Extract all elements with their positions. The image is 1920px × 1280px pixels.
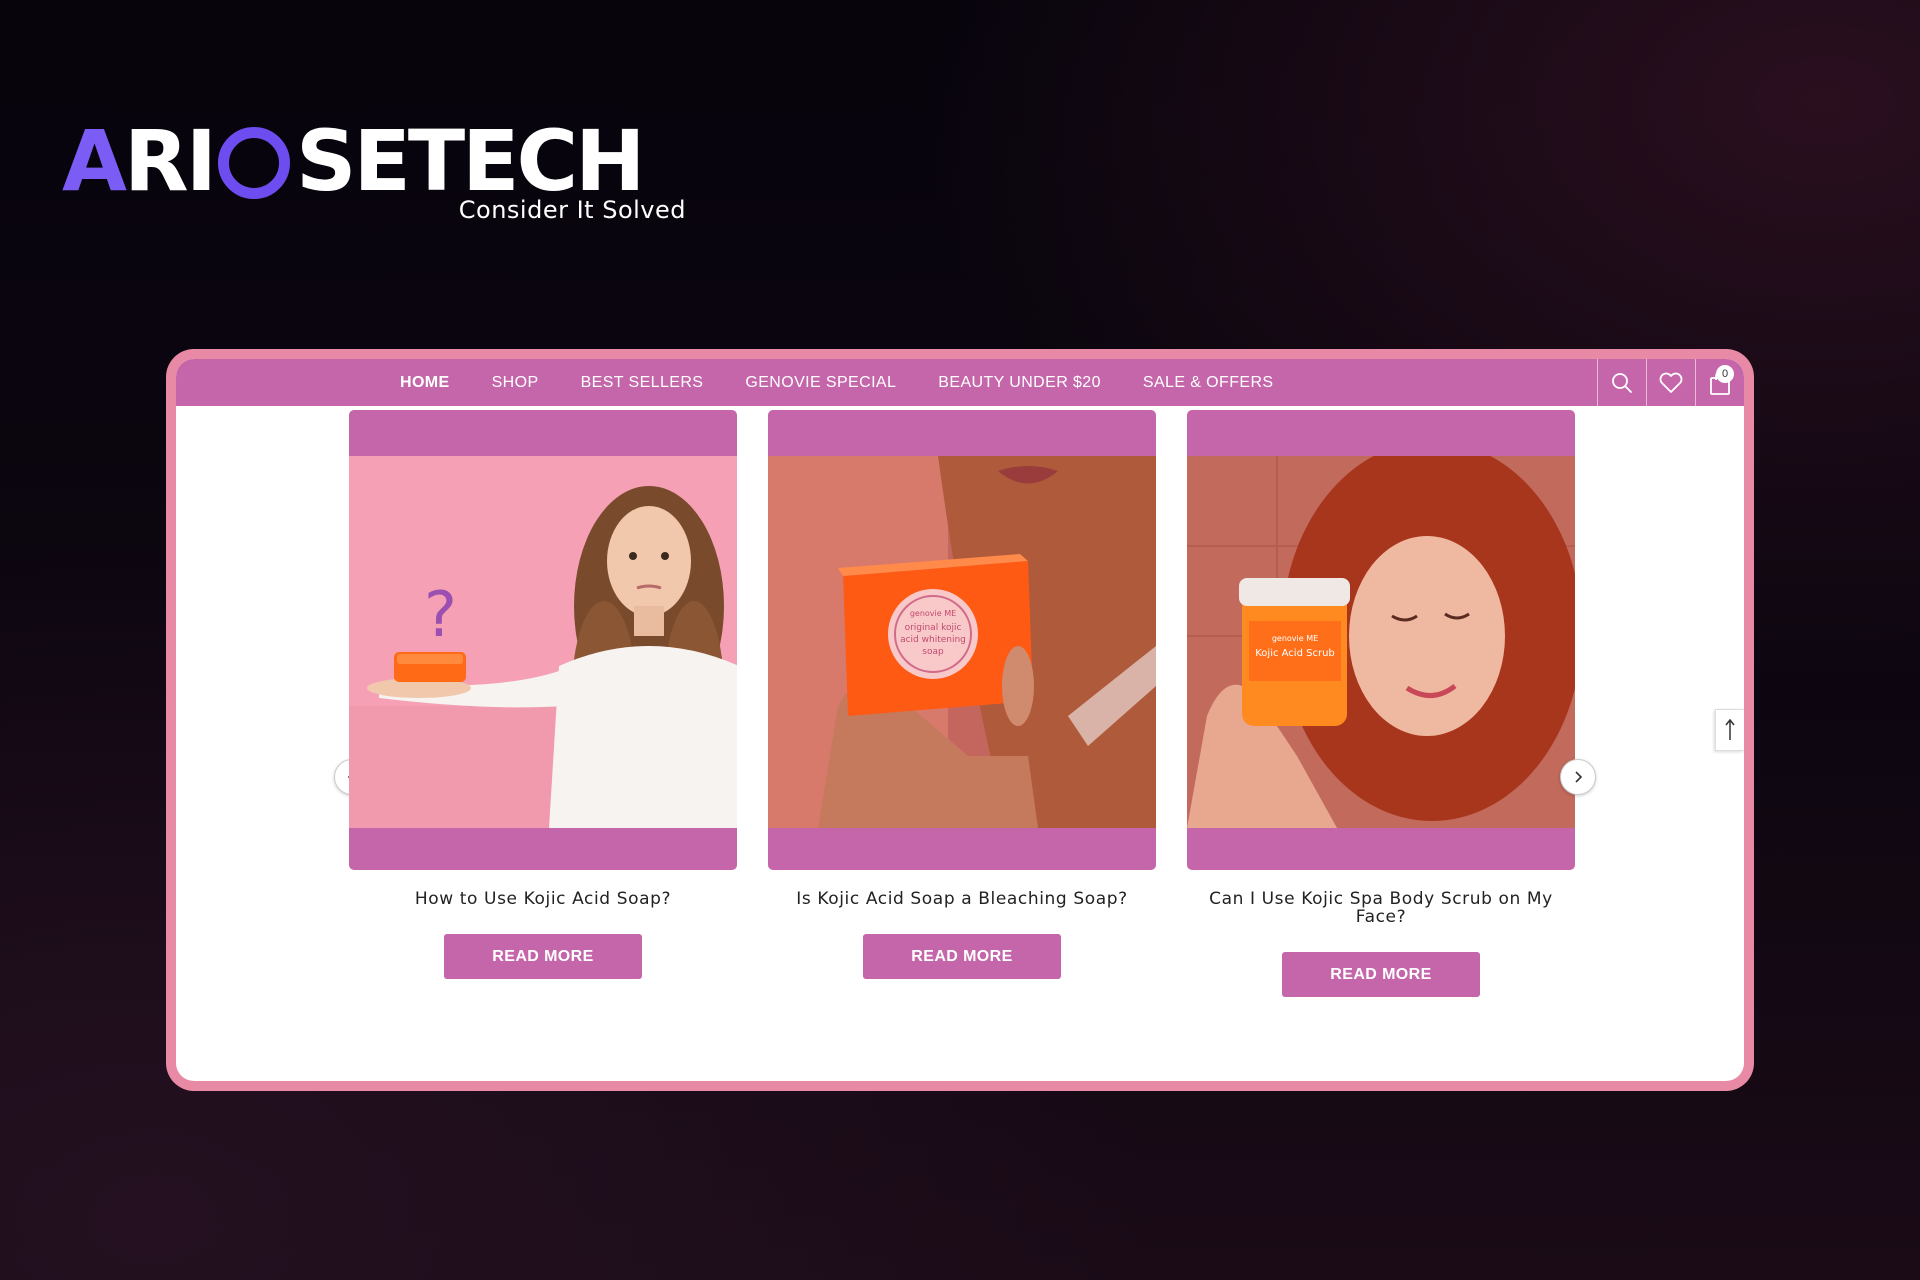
soap-label-line: acid whitening xyxy=(900,635,966,645)
nav-item-genovie-special[interactable]: GENOVIE SPECIAL xyxy=(745,374,896,392)
brand-tagline: Consider It Solved xyxy=(458,196,686,224)
brand-logo: A RI SETECH Consider It Solved xyxy=(62,112,685,238)
read-more-button[interactable]: READ MORE xyxy=(444,934,642,979)
nav-item-sale-offers[interactable]: SALE & OFFERS xyxy=(1143,374,1274,392)
read-more-button[interactable]: READ MORE xyxy=(863,934,1061,979)
svg-text:?: ? xyxy=(424,578,457,651)
scroll-to-top-button[interactable] xyxy=(1715,709,1744,751)
nav-item-best-sellers[interactable]: BEST SELLERS xyxy=(581,374,704,392)
website-frame: HOME SHOP BEST SELLERS GENOVIE SPECIAL B… xyxy=(166,349,1754,1091)
carousel-next-button[interactable] xyxy=(1560,759,1596,795)
nav-item-beauty-under-20[interactable]: BEAUTY UNDER $20 xyxy=(938,374,1101,392)
scrub-label-line: genovie ME xyxy=(1272,634,1318,643)
chevron-right-icon xyxy=(1575,771,1583,783)
blog-card: genovie ME Kojic Acid Scrub Can I Use Ko… xyxy=(1187,410,1575,997)
main-navbar: HOME SHOP BEST SELLERS GENOVIE SPECIAL B… xyxy=(176,359,1744,406)
blog-card-title[interactable]: How to Use Kojic Acid Soap? xyxy=(349,890,737,908)
nav-item-home[interactable]: HOME xyxy=(400,374,450,392)
brand-letters-setech: SETECH xyxy=(295,112,646,210)
blog-card: ? How to Use Kojic Acid Soap? READ MORE xyxy=(349,410,737,979)
blog-card-title[interactable]: Is Kojic Acid Soap a Bleaching Soap? xyxy=(768,890,1156,908)
nav-item-shop[interactable]: SHOP xyxy=(492,374,539,392)
wishlist-button[interactable] xyxy=(1646,359,1695,406)
read-more-button[interactable]: READ MORE xyxy=(1282,952,1480,997)
blog-image-hand-holding-soap: genovie ME original kojic acid whitening… xyxy=(768,456,1156,828)
search-icon xyxy=(1612,372,1632,393)
blog-card: genovie ME original kojic acid whitening… xyxy=(768,410,1156,979)
soap-label-line: genovie ME xyxy=(910,609,956,618)
soap-label-line: soap xyxy=(922,647,944,657)
heart-icon xyxy=(1659,372,1683,393)
brand-wordmark: A RI SETECH xyxy=(62,112,646,210)
nav-menu: HOME SHOP BEST SELLERS GENOVIE SPECIAL B… xyxy=(400,359,1315,406)
brand-letters-ri: RI xyxy=(124,112,217,210)
blog-image-woman-with-scrub-jar: genovie ME Kojic Acid Scrub xyxy=(1187,456,1575,828)
soap-label-line: original kojic xyxy=(905,623,962,633)
brand-letter-a: A xyxy=(62,112,127,210)
blog-card-media[interactable]: genovie ME Kojic Acid Scrub xyxy=(1187,410,1575,870)
search-button[interactable] xyxy=(1597,359,1646,406)
cart-button[interactable]: 0 xyxy=(1695,359,1744,406)
website-viewport: HOME SHOP BEST SELLERS GENOVIE SPECIAL B… xyxy=(176,359,1744,1081)
nav-icon-group: 0 xyxy=(1597,359,1744,406)
scrub-label-line: Kojic Acid Scrub xyxy=(1255,648,1335,659)
blog-card-media[interactable]: genovie ME original kojic acid whitening… xyxy=(768,410,1156,870)
arrow-up-icon xyxy=(1725,718,1735,740)
blog-card-title[interactable]: Can I Use Kojic Spa Body Scrub on My Fac… xyxy=(1187,890,1575,926)
blog-image-woman-holding-soap: ? xyxy=(349,456,737,828)
cart-count-badge: 0 xyxy=(1716,365,1734,383)
brand-o-ring-icon xyxy=(217,127,290,199)
blog-card-media[interactable]: ? xyxy=(349,410,737,870)
